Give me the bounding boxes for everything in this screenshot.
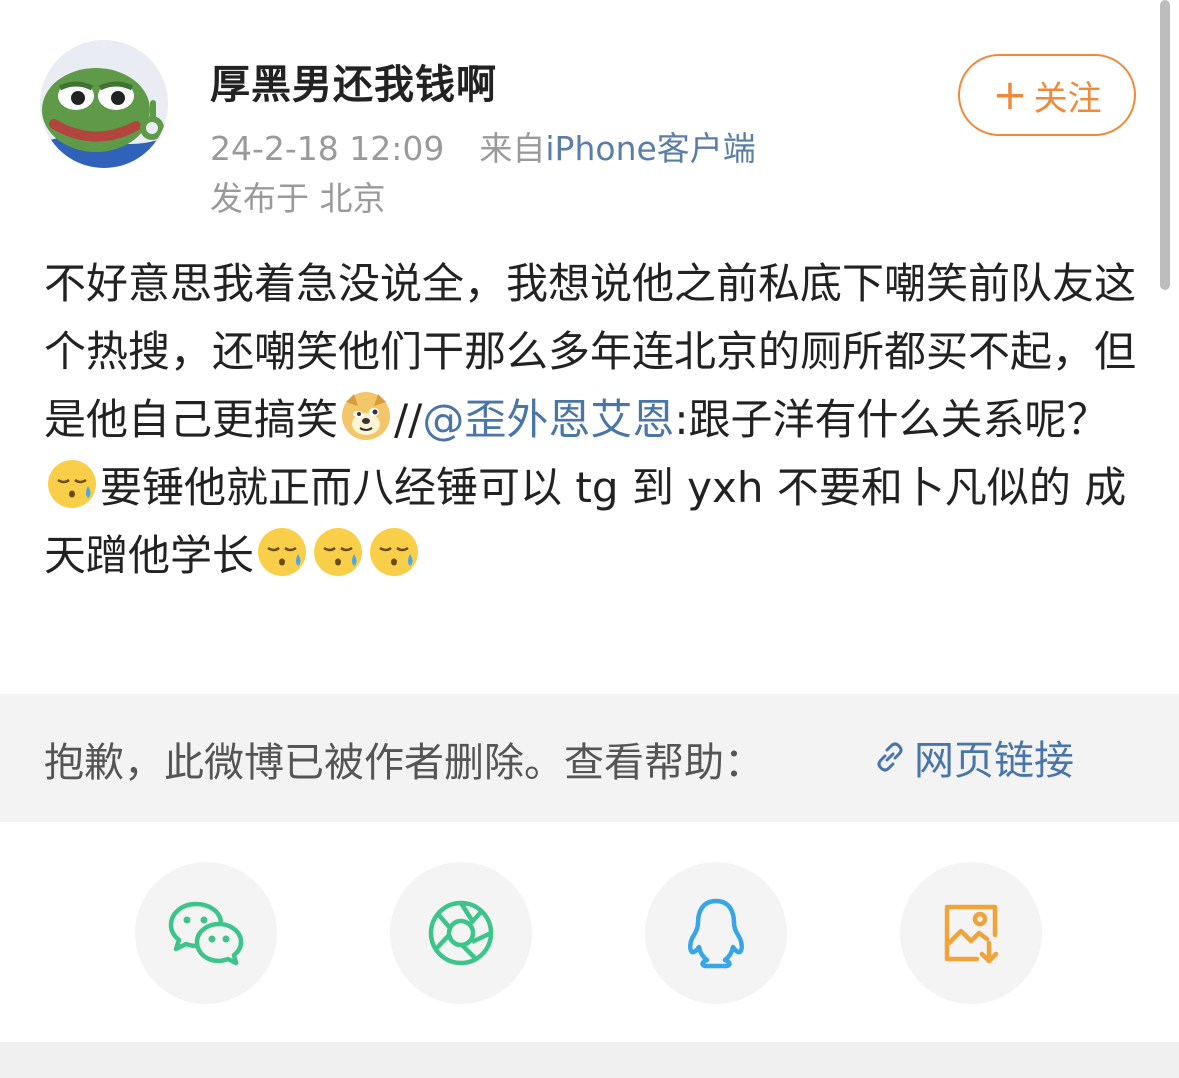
save-image-icon <box>944 904 999 964</box>
share-qq-button[interactable] <box>645 862 787 1004</box>
share-wechat-button[interactable] <box>135 862 277 1004</box>
deleted-message: 抱歉，此微博已被作者删除。查看帮助： <box>44 740 764 786</box>
sweat-face-emoji-icon <box>48 460 96 508</box>
post-location: 发布于 北京 <box>210 179 386 218</box>
qq-icon <box>688 898 744 969</box>
username[interactable]: 厚黑男还我钱啊 <box>210 52 497 110</box>
sweat-face-emoji-icon <box>258 528 307 576</box>
share-moments-button[interactable] <box>390 862 532 1004</box>
wechat-icon <box>168 901 244 966</box>
repost-separator: // <box>394 395 423 444</box>
follow-label: 关注 <box>1033 78 1102 119</box>
post-meta: 24-2-18 12:09 来自iPhone客户端 <box>210 122 756 170</box>
source-prefix: 来自 <box>479 129 546 168</box>
web-link-label: 网页链接 <box>914 738 1074 784</box>
sweat-face-emoji-icon <box>370 528 419 576</box>
post-text-part-2: :跟子洋有什么关系呢？ <box>674 395 1109 444</box>
doge-emoji-icon <box>342 392 391 440</box>
pepe-frog-avatar-image <box>40 40 168 168</box>
web-link[interactable]: 网页链接 <box>872 728 1074 786</box>
avatar[interactable] <box>40 40 168 168</box>
link-icon <box>877 742 903 772</box>
save-image-button[interactable] <box>900 862 1042 1004</box>
plus-icon: + <box>992 70 1028 119</box>
post-timestamp: 24-2-18 12:09 <box>210 129 445 168</box>
sweat-face-emoji-icon <box>314 528 363 576</box>
post-source[interactable]: iPhone客户端 <box>545 129 755 168</box>
deleted-notice: 抱歉，此微博已被作者删除。查看帮助： 网页链接 <box>0 694 1179 822</box>
bottom-bar <box>0 1042 1179 1078</box>
mention-link[interactable]: @歪外恩艾恩 <box>422 395 674 444</box>
post-text: 不好意思我着急没说全，我想说他之前私底下嘲笑前队友这个热搜，还嘲笑他们干那么多年… <box>44 250 1139 590</box>
post-text-part-3: 要锤他就正而八经锤可以 tg 到 yxh 不要和卜凡似的 成天蹭他学长 <box>44 463 1127 580</box>
follow-button[interactable]: + 关注 <box>958 54 1136 136</box>
wechat-moments-icon <box>428 900 494 966</box>
scrollbar[interactable] <box>1160 0 1170 290</box>
